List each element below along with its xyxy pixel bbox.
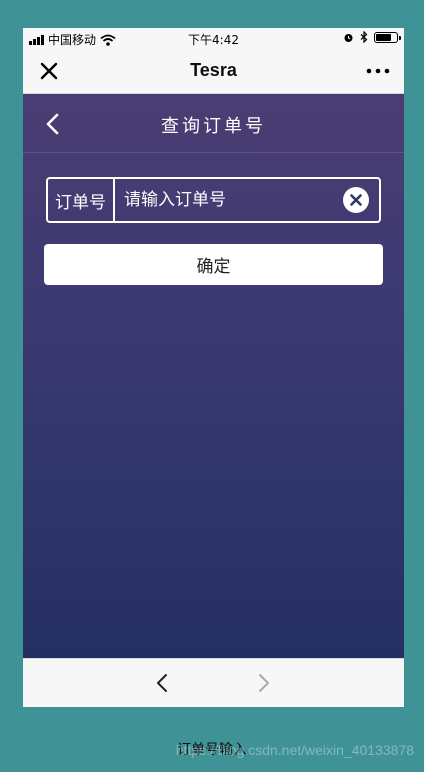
alarm-icon [344, 33, 353, 42]
battery-icon [374, 31, 401, 43]
browser-forward-button[interactable] [251, 671, 275, 695]
browser-back-button[interactable] [151, 671, 175, 695]
bluetooth-icon [360, 31, 368, 43]
confirm-button[interactable]: 确定 [44, 244, 383, 285]
browser-bottom-bar [23, 658, 404, 707]
phone-screen: 中国移动 下午4:42 Tesra 查询订单号 订单号 请输入订单号 确定 [23, 28, 404, 707]
app-navbar: Tesra [23, 48, 404, 94]
app-title: Tesra [190, 60, 237, 80]
order-number-input[interactable] [115, 179, 343, 221]
page-title: 查询订单号 [161, 116, 266, 137]
clear-icon [350, 194, 362, 206]
chevron-left-icon [157, 674, 167, 692]
order-number-label: 订单号 [48, 179, 115, 221]
more-icon[interactable] [364, 59, 392, 83]
page-header: 查询订单号 [23, 94, 404, 153]
chevron-right-icon [259, 674, 269, 692]
battery-level [376, 33, 392, 41]
order-number-field: 订单号 [46, 177, 381, 223]
watermark: https://blog.csdn.net/weixin_40133878 [175, 742, 414, 758]
clear-button[interactable] [343, 187, 369, 213]
page-content: 查询订单号 订单号 确定 [23, 94, 404, 658]
status-bar: 中国移动 下午4:42 [23, 28, 404, 48]
